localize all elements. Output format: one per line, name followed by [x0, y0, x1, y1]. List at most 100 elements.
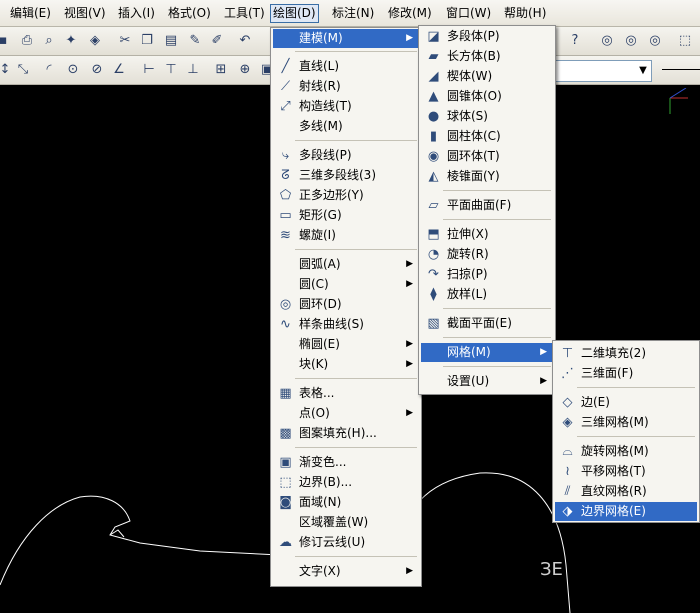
menu-item-xline[interactable]: ⤢ 构造线(T) [273, 97, 419, 116]
preview-icon[interactable]: ⌕ [40, 32, 58, 50]
menu-item-modeling[interactable]: 建模(M) ▶ [273, 29, 419, 48]
menu-item-cylinder[interactable]: ▮ 圆柱体(C) [421, 127, 553, 146]
menu-help[interactable]: 帮助(H) [502, 5, 548, 22]
menu-item-table[interactable]: ▦ 表格... [273, 384, 419, 403]
menu-item-3dpoly[interactable]: ᘔ 三维多段线(3) [273, 166, 419, 185]
tabsurf-icon: ≀ [565, 464, 570, 479]
menu-item-revolve[interactable]: ◔ 旋转(R) [421, 245, 553, 264]
menu-insert[interactable]: 插入(I) [116, 5, 157, 22]
menu-item-point[interactable]: 点(O) ▶ [273, 404, 419, 423]
menu-item-circle[interactable]: 圆(C) ▶ [273, 275, 419, 294]
view-tool-3-icon[interactable]: ◎ [646, 32, 664, 50]
save-icon[interactable]: ▪ [0, 32, 12, 50]
menu-item-3dmesh[interactable]: ◈ 三维网格(M) [555, 413, 697, 432]
publish-icon[interactable]: ✦ [62, 32, 80, 50]
arc-length-icon[interactable]: ◜ [40, 61, 58, 79]
sectionplane-icon: ▧ [427, 316, 440, 331]
copy-icon[interactable]: ❐ [138, 32, 156, 50]
menu-item-planesurf[interactable]: ▱ 平面曲面(F) [421, 196, 553, 215]
quick-dim-icon[interactable]: ⊢ [140, 61, 158, 79]
menu-item-edge[interactable]: ◇ 边(E) [555, 393, 697, 412]
menu-item-revsurf[interactable]: ⌓ 旋转网格(M) [555, 442, 697, 461]
3dface-icon: ⋰ [561, 366, 574, 381]
menu-view[interactable]: 视图(V) [62, 5, 108, 22]
menu-item-polysolid[interactable]: ◪ 多段体(P) [421, 27, 553, 46]
menu-item-revcloud[interactable]: ☁ 修订云线(U) [273, 533, 419, 552]
menu-item-cone[interactable]: ▲ 圆锥体(O) [421, 87, 553, 106]
menu-tools[interactable]: 工具(T) [222, 5, 267, 22]
continue-dim-icon[interactable]: ⊥ [184, 61, 202, 79]
menu-item-gradient[interactable]: ▣ 渐变色... [273, 453, 419, 472]
menu-item-donut[interactable]: ◎ 圆环(D) [273, 295, 419, 314]
menu-draw[interactable]: 绘图(D) [270, 4, 319, 23]
donut-icon: ◎ [279, 297, 292, 312]
menu-item-boundary[interactable]: ⬚ 边界(B)... [273, 473, 419, 492]
tolerance-icon[interactable]: ⊞ [212, 61, 230, 79]
menu-item-spline[interactable]: ∿ 样条曲线(S) [273, 315, 419, 334]
menu-item-block[interactable]: 块(K) ▶ [273, 355, 419, 374]
menu-item-wedge[interactable]: ◢ 楔体(W) [421, 67, 553, 86]
menu-item-pyramid[interactable]: ◭ 棱锥面(Y) [421, 167, 553, 186]
menu-modify[interactable]: 修改(M) [386, 5, 434, 22]
menu-item-mesh[interactable]: 网格(M) ▶ [421, 343, 553, 362]
menu-item-region[interactable]: ◙ 面域(N) [273, 493, 419, 512]
menu-item-extrude[interactable]: ⬒ 拉伸(X) [421, 225, 553, 244]
menu-window[interactable]: 窗口(W) [444, 5, 493, 22]
menu-item-arc[interactable]: 圆弧(A) ▶ [273, 255, 419, 274]
linear-dim-icon[interactable]: ↕ [0, 61, 14, 79]
dim-style-combo[interactable]: ▼ [555, 60, 652, 82]
menu-item-hatch[interactable]: ▩ 图案填充(H)... [273, 424, 419, 443]
baseline-dim-icon[interactable]: ⊤ [162, 61, 180, 79]
menu-item-3dface[interactable]: ⋰ 三维面(F) [555, 364, 697, 383]
sphere-icon: ● [427, 109, 440, 124]
menu-format[interactable]: 格式(O) [166, 5, 213, 22]
print-icon[interactable]: ⎙ [18, 32, 36, 50]
menu-item-polygon[interactable]: ⬠ 正多边形(Y) [273, 186, 419, 205]
angular-dim-icon[interactable]: ∠ [110, 61, 128, 79]
ray-icon: ⟋ [280, 79, 291, 94]
menu-item-edgesurf[interactable]: ⬗ 边界网格(E) [555, 502, 697, 521]
menu-item-rulesurf[interactable]: ⫽ 直纹网格(R) [555, 482, 697, 501]
3d-view-icon[interactable]: ⬚ [676, 32, 694, 50]
menu-item-polyline[interactable]: ⤷ 多段线(P) [273, 146, 419, 165]
view-tool-1-icon[interactable]: ◎ [598, 32, 616, 50]
menu-item-rectangle[interactable]: ▭ 矩形(G) [273, 206, 419, 225]
menu-item-ellipse[interactable]: 椭圆(E) ▶ [273, 335, 419, 354]
menu-item-settings[interactable]: 设置(U) ▶ [421, 372, 553, 391]
chevron-down-icon[interactable]: ▼ [635, 61, 651, 81]
menu-item-loft[interactable]: ⧫ 放样(L) [421, 285, 553, 304]
menu-item-sweep[interactable]: ↷ 扫掠(P) [421, 265, 553, 284]
paste-icon[interactable]: ▤ [162, 32, 180, 50]
menu-item-mline[interactable]: 多线(M) [273, 117, 419, 136]
help-icon[interactable]: ? [566, 32, 584, 50]
menu-item-sectionplane[interactable]: ▧ 截面平面(E) [421, 314, 553, 333]
menu-item-box[interactable]: ▰ 长方体(B) [421, 47, 553, 66]
diameter-dim-icon[interactable]: ⊘ [88, 61, 106, 79]
menu-item-torus[interactable]: ◉ 圆环体(T) [421, 147, 553, 166]
sweep-icon: ↷ [428, 267, 439, 282]
match-properties-icon[interactable]: ✎ [186, 32, 204, 50]
menu-item-line[interactable]: ╱ 直线(L) [273, 57, 419, 76]
cut-icon[interactable]: ✂ [116, 32, 134, 50]
menu-item-ray[interactable]: ⟋ 射线(R) [273, 77, 419, 96]
menu-item-tabsurf[interactable]: ≀ 平移网格(T) [555, 462, 697, 481]
menu-dimension[interactable]: 标注(N) [330, 5, 376, 22]
view-tool-2-icon[interactable]: ◎ [622, 32, 640, 50]
menu-item-wipeout[interactable]: 区域覆盖(W) [273, 513, 419, 532]
polygon-icon: ⬠ [279, 188, 292, 203]
block-editor-icon[interactable]: ✐ [208, 32, 226, 50]
3d-publish-icon[interactable]: ◈ [86, 32, 104, 50]
xline-icon: ⤢ [280, 99, 291, 114]
menu-item-helix[interactable]: ≋ 螺旋(I) [273, 226, 419, 245]
center-mark-icon[interactable]: ⊕ [236, 61, 254, 79]
separator [577, 436, 695, 437]
undo-icon[interactable]: ↶ [236, 32, 254, 50]
menu-item-text[interactable]: 文字(X) ▶ [273, 562, 419, 581]
radius-dim-icon[interactable]: ⊙ [64, 61, 82, 79]
2dsolid-icon: ⊤ [561, 346, 574, 361]
menu-edit[interactable]: 编辑(E) [8, 5, 53, 22]
menu-item-2dsolid[interactable]: ⊤ 二维填充(2) [555, 344, 697, 363]
3dmesh-icon: ◈ [562, 415, 573, 430]
menu-item-sphere[interactable]: ● 球体(S) [421, 107, 553, 126]
aligned-dim-icon[interactable]: ⤡ [14, 61, 32, 79]
